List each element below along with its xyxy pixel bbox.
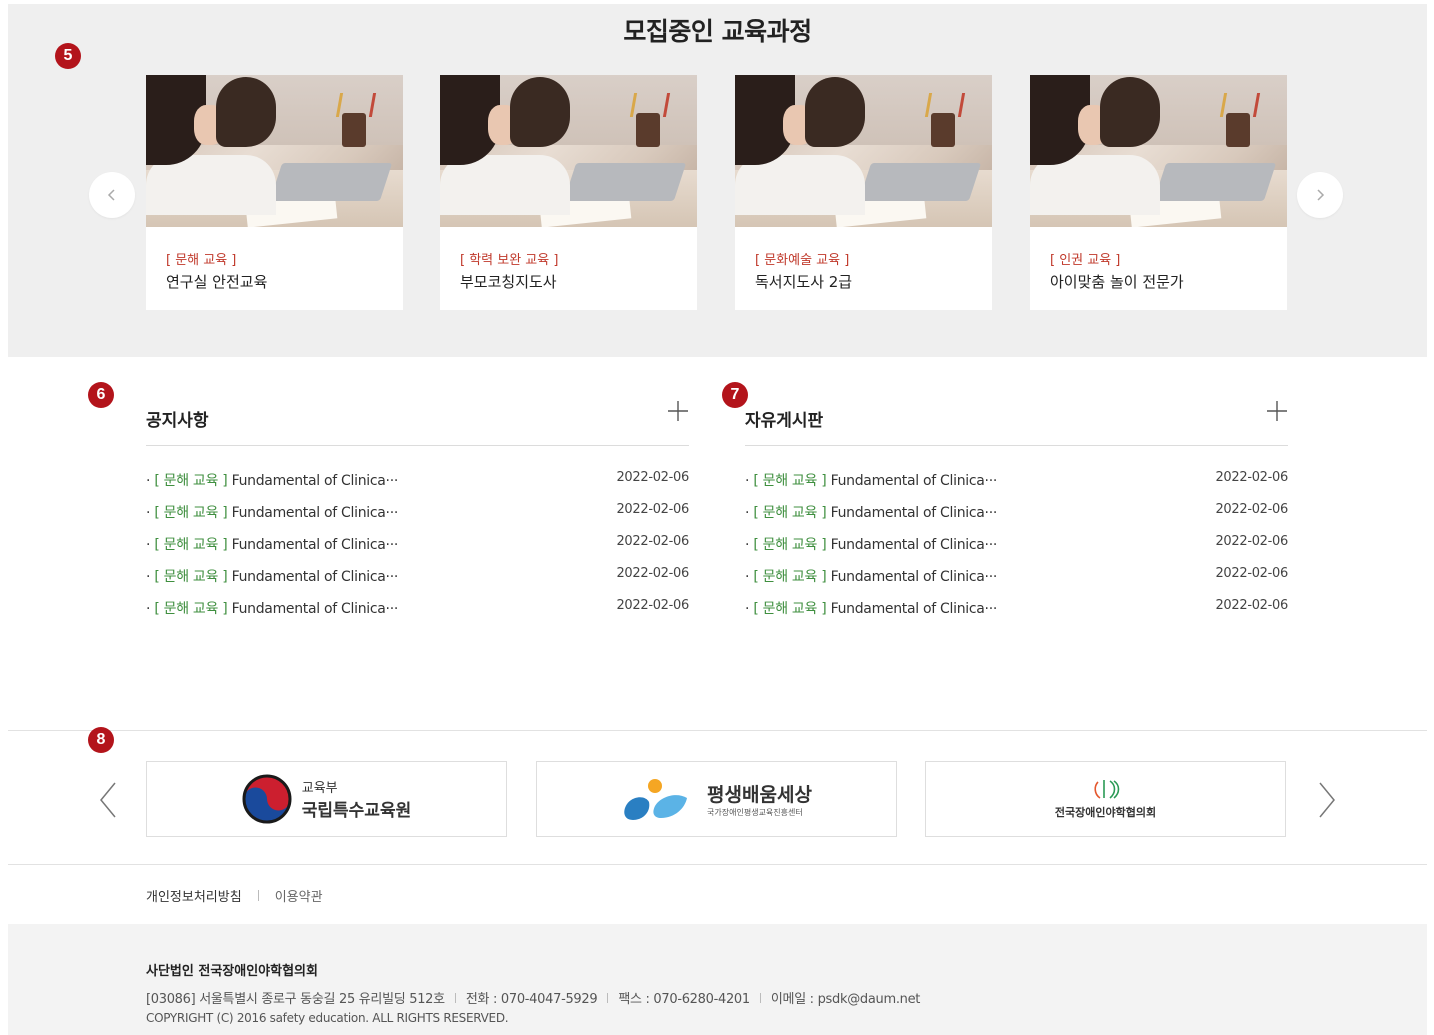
item-tag: [ 문해 교육 ] (753, 473, 827, 489)
marker-8: 8 (88, 727, 114, 753)
course-card[interactable]: [ 학력 보완 교육 ] 부모코칭지도사 (440, 75, 697, 310)
footer-copyright: COPYRIGHT (C) 2016 safety education. ALL… (146, 1011, 509, 1025)
course-category: [ 인권 교육 ] (1050, 253, 1121, 268)
site-footer: 사단법인 전국장애인야학협의회 [03086] 서울특별시 종로구 동숭길 25… (8, 924, 1427, 1035)
item-text: Fundamental of Clinica··· (830, 537, 998, 553)
course-category: [ 문화예술 교육 ] (755, 253, 850, 268)
item-tag: [ 문해 교육 ] (753, 537, 827, 553)
partner-nise-small: 교육부 (301, 781, 338, 796)
courses-next-button[interactable] (1297, 172, 1343, 218)
course-card[interactable]: [ 문해 교육 ] 연구실 안전교육 (146, 75, 403, 310)
marker-7: 7 (722, 382, 748, 408)
footer-email: 이메일 : psdk@daum.net (770, 992, 921, 1007)
item-text: Fundamental of Clinica··· (830, 601, 998, 617)
list-item[interactable]: · [ 문해 교육 ] Fundamental of Clinica··· 202… (745, 592, 1288, 624)
course-name: 연구실 안전교육 (166, 273, 268, 291)
list-item[interactable]: · [ 문해 교육 ] Fundamental of Clinica··· 202… (745, 528, 1288, 560)
partner-nise-name: 국립특수교육원 (301, 801, 412, 821)
footer-phone: 전화 : 070-4047-5929 (465, 992, 598, 1007)
course-name: 독서지도사 2급 (755, 273, 853, 291)
privacy-policy-link[interactable]: 개인정보처리방침 (146, 886, 242, 905)
free-board-title: 자유게시판 (745, 411, 824, 431)
partners-next-button[interactable] (1316, 780, 1338, 820)
taegeuk-logo-icon (242, 774, 292, 824)
course-name: 부모코칭지도사 (460, 273, 557, 291)
partner-lifelong-name: 평생배움세상 (707, 784, 812, 806)
terms-link[interactable]: 이용약관 (275, 886, 323, 905)
item-date: 2022-02-06 (616, 598, 689, 613)
link-divider (257, 890, 259, 901)
plus-icon[interactable] (1266, 400, 1288, 422)
courses-title: 모집중인 교육과정 (623, 17, 812, 46)
partner-lifelong-small: 국가장애인평생교육진흥센터 (707, 808, 803, 817)
links-top-divider (8, 864, 1427, 865)
course-thumbnail (440, 75, 697, 227)
item-text: Fundamental of Clinica··· (231, 473, 399, 489)
item-text: Fundamental of Clinica··· (830, 473, 998, 489)
footer-contact: [03086] 서울특별시 종로구 동숭길 25 유리빌딩 512호 전화 : 0… (146, 988, 920, 1007)
marker-6: 6 (88, 382, 114, 408)
list-item[interactable]: · [ 문해 교육 ] Fundamental of Clinica··· 202… (146, 496, 689, 528)
partner-association-name: 전국장애인야학협의회 (1054, 806, 1157, 819)
course-thumbnail (1030, 75, 1287, 227)
association-logo-icon (1093, 780, 1119, 799)
item-tag: [ 문해 교육 ] (154, 569, 228, 585)
item-text: Fundamental of Clinica··· (231, 601, 399, 617)
list-item[interactable]: · [ 문해 교육 ] Fundamental of Clinica··· 202… (146, 464, 689, 496)
item-date: 2022-02-06 (1215, 502, 1288, 517)
course-card[interactable]: [ 인권 교육 ] 아이맞춤 놀이 전문가 (1030, 75, 1287, 310)
chevron-left-icon (107, 189, 115, 201)
list-item[interactable]: · [ 문해 교육 ] Fundamental of Clinica··· 202… (745, 560, 1288, 592)
partners-top-divider (8, 730, 1427, 731)
item-tag: [ 문해 교육 ] (753, 505, 827, 521)
list-item[interactable]: · [ 문해 교육 ] Fundamental of Clinica··· 202… (146, 592, 689, 624)
item-tag: [ 문해 교육 ] (753, 569, 827, 585)
courses-prev-button[interactable] (89, 172, 135, 218)
list-item[interactable]: · [ 문해 교육 ] Fundamental of Clinica··· 202… (745, 464, 1288, 496)
footer-fax: 팩스 : 070-6280-4201 (618, 992, 750, 1007)
item-tag: [ 문해 교육 ] (154, 601, 228, 617)
item-tag: [ 문해 교육 ] (154, 473, 228, 489)
partner-logo-lifelong[interactable]: 평생배움세상 국가장애인평생교육진흥센터 (536, 761, 897, 837)
item-text: Fundamental of Clinica··· (830, 569, 998, 585)
course-card[interactable]: [ 문화예술 교육 ] 독서지도사 2급 (735, 75, 992, 310)
item-date: 2022-02-06 (616, 470, 689, 485)
course-thumbnail (146, 75, 403, 227)
item-date: 2022-02-06 (616, 534, 689, 549)
notice-title: 공지사항 (146, 411, 209, 431)
footer-org: 사단법인 전국장애인야학협의회 (146, 964, 318, 979)
chevron-right-icon (1317, 189, 1325, 201)
item-tag: [ 문해 교육 ] (753, 601, 827, 617)
course-name: 아이맞춤 놀이 전문가 (1050, 273, 1184, 291)
plus-icon[interactable] (667, 400, 689, 422)
footer-address: [03086] 서울특별시 종로구 동숭길 25 유리빌딩 512호 (146, 992, 445, 1007)
partner-logo-nise[interactable]: 교육부 국립특수교육원 (146, 761, 507, 837)
course-thumbnail (735, 75, 992, 227)
course-category: [ 학력 보완 교육 ] (460, 253, 559, 268)
notice-board: 공지사항 · [ 문해 교육 ] Fundamental of Clinica·… (146, 400, 689, 624)
item-date: 2022-02-06 (616, 566, 689, 581)
footer-links: 개인정보처리방침 이용약관 (146, 886, 323, 905)
course-category: [ 문해 교육 ] (166, 253, 237, 268)
item-tag: [ 문해 교육 ] (154, 537, 228, 553)
marker-5: 5 (55, 43, 81, 69)
courses-section: 모집중인 교육과정 [ 문해 교육 ] 연구실 안전교육 [ 학력 보완 교육 … (8, 4, 1427, 357)
item-text: Fundamental of Clinica··· (231, 505, 399, 521)
list-item[interactable]: · [ 문해 교육 ] Fundamental of Clinica··· 202… (146, 528, 689, 560)
free-board: 자유게시판 · [ 문해 교육 ] Fundamental of Clinica… (745, 400, 1288, 624)
item-date: 2022-02-06 (1215, 566, 1288, 581)
partners-prev-button[interactable] (97, 780, 119, 820)
item-date: 2022-02-06 (616, 502, 689, 517)
item-tag: [ 문해 교육 ] (154, 505, 228, 521)
list-item[interactable]: · [ 문해 교육 ] Fundamental of Clinica··· 202… (745, 496, 1288, 528)
item-date: 2022-02-06 (1215, 534, 1288, 549)
item-date: 2022-02-06 (1215, 470, 1288, 485)
item-text: Fundamental of Clinica··· (231, 569, 399, 585)
item-date: 2022-02-06 (1215, 598, 1288, 613)
item-text: Fundamental of Clinica··· (830, 505, 998, 521)
lifelong-logo-icon (624, 779, 688, 820)
partner-logo-association[interactable]: 전국장애인야학협의회 (925, 761, 1286, 837)
list-item[interactable]: · [ 문해 교육 ] Fundamental of Clinica··· 202… (146, 560, 689, 592)
item-text: Fundamental of Clinica··· (231, 537, 399, 553)
